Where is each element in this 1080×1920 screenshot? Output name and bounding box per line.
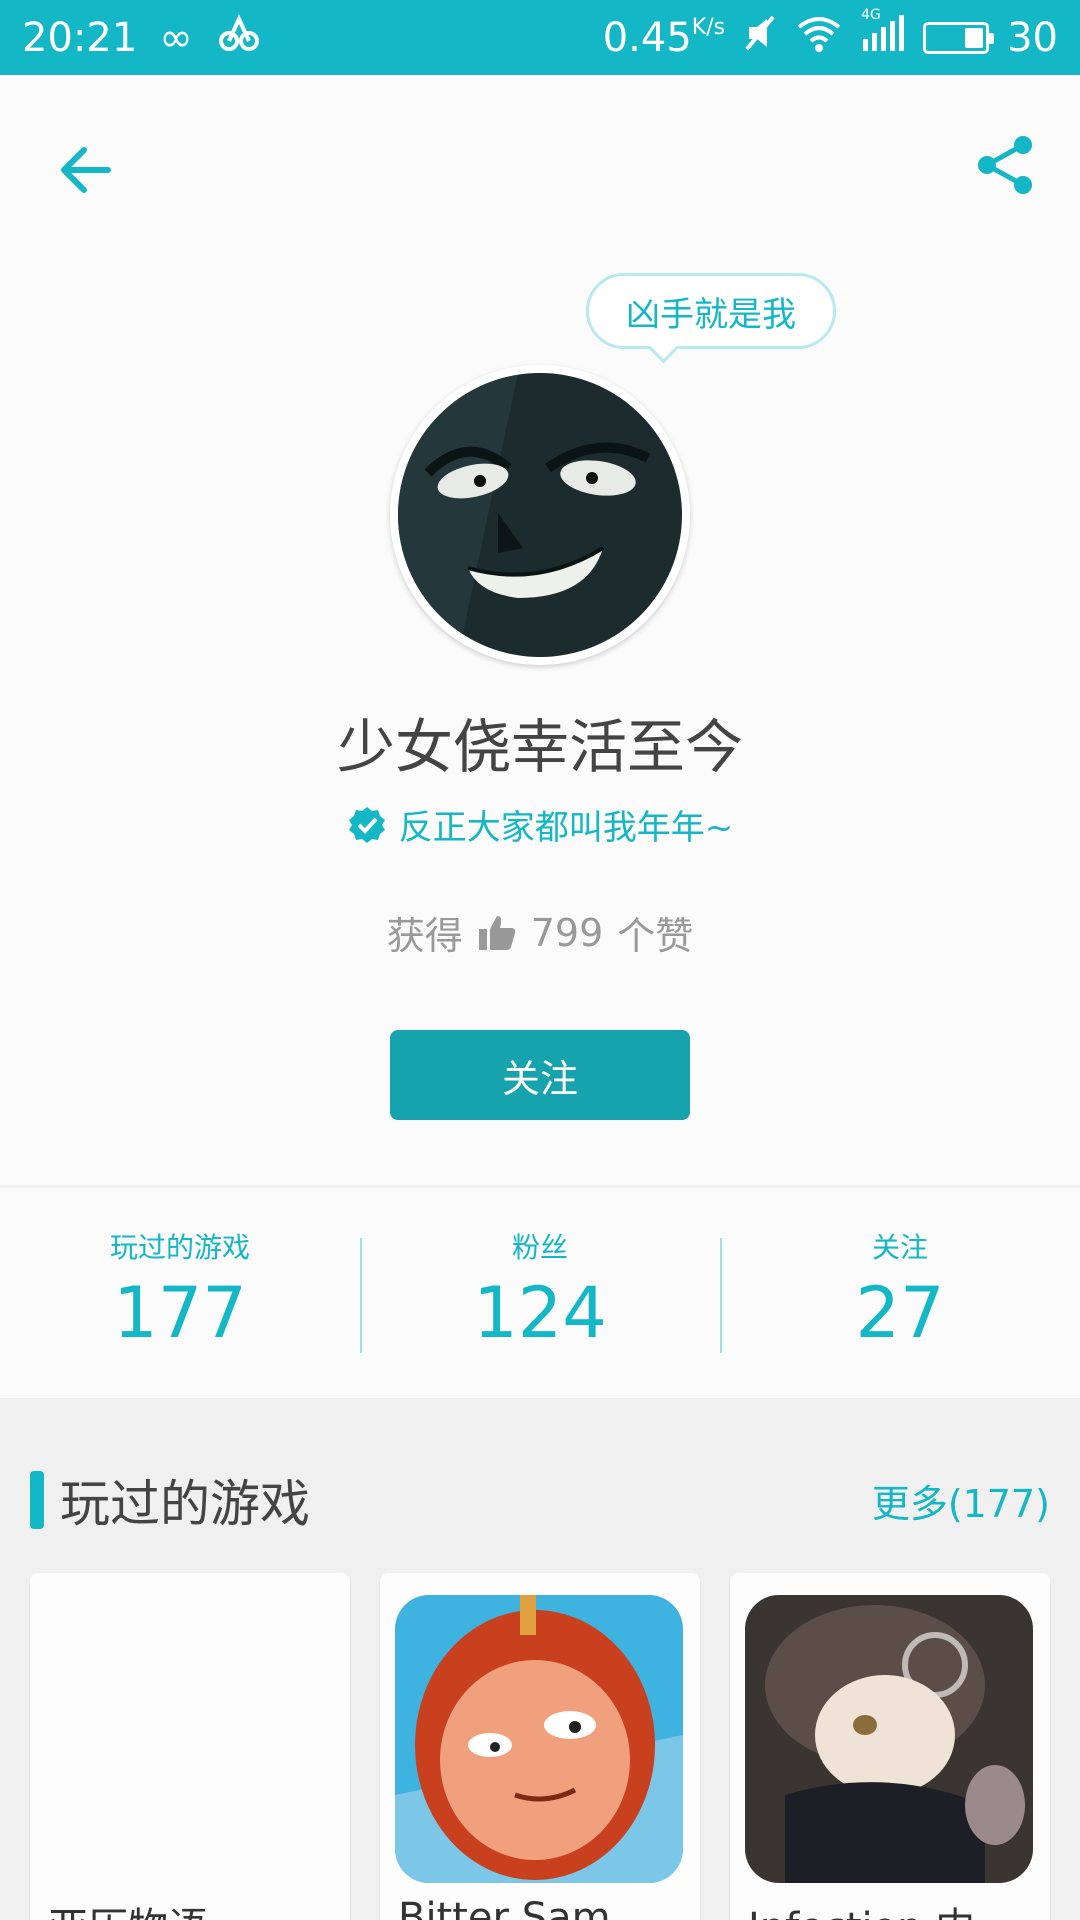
arrow-left-icon <box>61 147 111 193</box>
stat-label: 玩过的游戏 <box>109 1231 250 1264</box>
stat-fans[interactable]: 粉丝 124 <box>360 1188 720 1398</box>
likes-info: 获得 799 个赞 <box>0 905 1080 960</box>
wifi-icon <box>795 13 843 63</box>
avatar-image <box>398 373 682 657</box>
stat-value: 27 <box>855 1272 945 1354</box>
stat-label: 关注 <box>871 1231 928 1264</box>
signature-text: 反正大家都叫我年年~ <box>398 808 734 848</box>
likes-suffix: 个赞 <box>617 914 694 958</box>
stats-bar: 玩过的游戏 177 粉丝 124 关注 27 <box>0 1188 1080 1398</box>
share-button[interactable] <box>970 130 1040 200</box>
speech-bubble: 凶手就是我 <box>586 273 836 349</box>
game-icon <box>45 1595 333 1883</box>
more-games-link[interactable]: 更多(177) <box>872 1473 1050 1528</box>
profile-header: 凶手就是我 少女侥幸活至今 反正大家都叫我年年~ 获得 799 个赞 关注 <box>0 75 1080 1185</box>
stat-value: 177 <box>113 1272 247 1354</box>
stat-value: 124 <box>473 1272 607 1354</box>
bluetooth-like-icon <box>215 13 263 63</box>
signal-icon: 4G <box>861 7 905 63</box>
stat-played-games[interactable]: 玩过的游戏 177 <box>0 1188 360 1398</box>
game-name: 亚历物语 <box>48 1895 208 1920</box>
battery-icon <box>923 21 995 54</box>
battery-level: 30 <box>1007 14 1058 61</box>
game-name: Bitter Sam <box>398 1895 611 1920</box>
status-time: 20:21 <box>22 14 138 61</box>
section-title: 玩过的游戏 <box>60 1475 310 1533</box>
net-speed: 0.45K/s <box>602 14 726 61</box>
game-icon <box>395 1595 683 1883</box>
game-card[interactable]: 亚历物语 <box>30 1573 350 1920</box>
infinity-icon: ∞ <box>159 14 193 61</box>
game-icon <box>745 1595 1033 1883</box>
game-card[interactable]: Infection 内 <box>730 1573 1050 1920</box>
game-card[interactable]: Bitter Sam <box>380 1573 700 1920</box>
section-accent-bar <box>30 1471 44 1529</box>
verified-icon <box>348 806 385 843</box>
games-section-header: 玩过的游戏 更多(177) <box>30 1470 1050 1533</box>
username: 少女侥幸活至今 <box>336 713 743 781</box>
status-bar: 20:21 ∞ 0.45K/s 4G 30 <box>0 0 1080 75</box>
signature: 反正大家都叫我年年~ <box>0 800 1080 849</box>
share-icon <box>978 136 1032 194</box>
stat-following[interactable]: 关注 27 <box>720 1188 1080 1398</box>
follow-button[interactable]: 关注 <box>390 1030 690 1120</box>
game-name: Infection 内 <box>748 1895 975 1920</box>
thumbs-up-icon <box>478 915 515 950</box>
mute-icon <box>743 13 777 63</box>
back-button[interactable] <box>50 135 120 205</box>
avatar[interactable] <box>390 365 690 665</box>
likes-prefix: 获得 <box>386 914 463 958</box>
likes-count: 799 <box>530 910 604 955</box>
stat-label: 粉丝 <box>511 1231 568 1264</box>
